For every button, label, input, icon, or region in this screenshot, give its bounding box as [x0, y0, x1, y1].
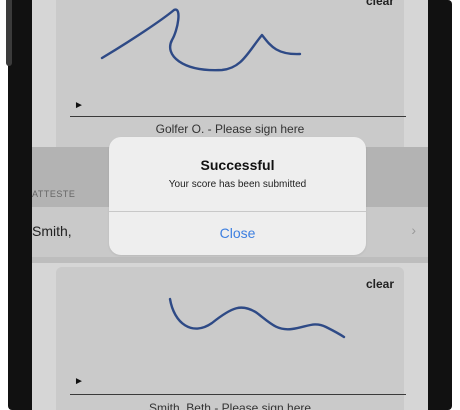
attester-signature-line [70, 394, 406, 395]
success-alert: Successful Your score has been submitted… [109, 137, 366, 255]
attester-signature-marker: ► [74, 376, 84, 387]
close-button[interactable]: Close [109, 212, 366, 255]
attester-signature-stroke [168, 297, 346, 339]
golfer-signature-block: clear ► Golfer O. - Please sign here [32, 0, 428, 147]
golfer-signature-marker: ► [74, 100, 84, 111]
attester-signature-block: clear ► Smith, Beth - Please sign here [32, 263, 428, 410]
attester-signature-caption: Smith, Beth - Please sign here [148, 401, 312, 410]
phone-side-button [6, 0, 12, 66]
alert-message: Your score has been submitted [168, 179, 307, 190]
app-screen: clear ► Golfer O. - Please sign here ATT… [32, 0, 428, 410]
golfer-signature-caption: Golfer O. - Please sign here [155, 122, 305, 136]
alert-title: Successful [200, 157, 275, 173]
attester-name: Smith, [32, 223, 72, 239]
golfer-signature-line [70, 116, 406, 117]
chevron-right-icon: › [411, 222, 416, 238]
attester-section-header: ATTESTE [32, 189, 76, 199]
